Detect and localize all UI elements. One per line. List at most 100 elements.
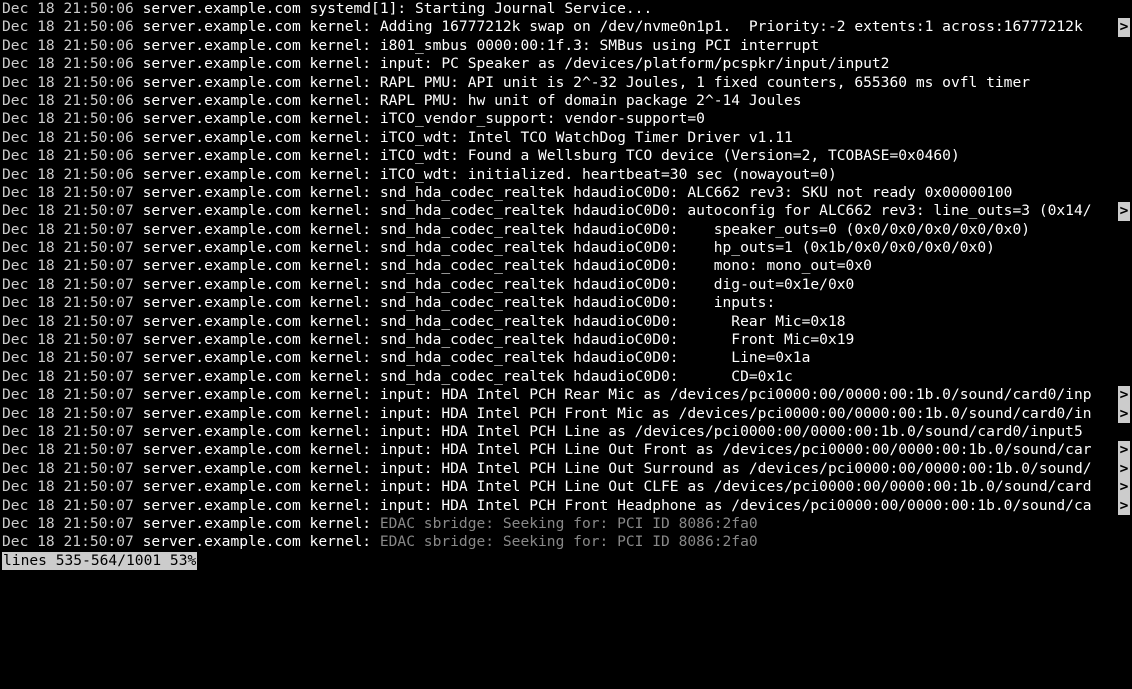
- log-line: Dec 18 21:50:06 server.example.com kerne…: [2, 18, 1130, 36]
- log-source: kernel:: [310, 221, 372, 238]
- log-timestamp: Dec 18 21:50:07: [2, 423, 134, 440]
- log-host: server.example.com: [143, 294, 301, 311]
- log-line: Dec 18 21:50:06 server.example.com kerne…: [2, 92, 1130, 110]
- log-source: kernel:: [310, 110, 372, 127]
- log-message: input: HDA Intel PCH Front Mic as /devic…: [380, 405, 1092, 422]
- log-host: server.example.com: [143, 37, 301, 54]
- log-line: Dec 18 21:50:07 server.example.com kerne…: [2, 276, 1130, 294]
- log-line: Dec 18 21:50:07 server.example.com kerne…: [2, 515, 1130, 533]
- log-timestamp: Dec 18 21:50:07: [2, 184, 134, 201]
- log-line: Dec 18 21:50:07 server.example.com kerne…: [2, 294, 1130, 312]
- log-line: Dec 18 21:50:07 server.example.com kerne…: [2, 331, 1130, 349]
- log-host: server.example.com: [143, 405, 301, 422]
- log-host: server.example.com: [143, 460, 301, 477]
- log-host: server.example.com: [143, 386, 301, 403]
- log-message: snd_hda_codec_realtek hdaudioC0D0: CD=0x…: [380, 368, 793, 385]
- log-source: kernel:: [310, 184, 372, 201]
- log-source: kernel:: [310, 497, 372, 514]
- log-line: Dec 18 21:50:07 server.example.com kerne…: [2, 423, 1130, 441]
- log-message: input: HDA Intel PCH Line Out CLFE as /d…: [380, 478, 1092, 495]
- log-host: server.example.com: [143, 349, 301, 366]
- log-timestamp: Dec 18 21:50:06: [2, 74, 134, 91]
- log-host: server.example.com: [143, 147, 301, 164]
- log-source: kernel:: [310, 129, 372, 146]
- overflow-indicator-icon: >: [1118, 405, 1130, 423]
- log-line: Dec 18 21:50:07 server.example.com kerne…: [2, 441, 1130, 459]
- journal-pager-output[interactable]: Dec 18 21:50:06 server.example.com syste…: [0, 0, 1132, 570]
- pager-status-text: lines 535-564/1001 53%: [2, 552, 197, 570]
- log-host: server.example.com: [143, 55, 301, 72]
- log-source: kernel:: [310, 386, 372, 403]
- log-source: kernel:: [310, 423, 372, 440]
- log-message: snd_hda_codec_realtek hdaudioC0D0: autoc…: [380, 202, 1092, 219]
- overflow-indicator-icon: >: [1118, 18, 1130, 36]
- log-timestamp: Dec 18 21:50:06: [2, 55, 134, 72]
- log-line: Dec 18 21:50:07 server.example.com kerne…: [2, 497, 1130, 515]
- pager-status-line: lines 535-564/1001 53%: [2, 552, 1130, 570]
- log-line: Dec 18 21:50:07 server.example.com kerne…: [2, 313, 1130, 331]
- log-message: input: PC Speaker as /devices/platform/p…: [380, 55, 890, 72]
- log-message: snd_hda_codec_realtek hdaudioC0D0: Front…: [380, 331, 854, 348]
- log-source: systemd[1]:: [310, 0, 407, 17]
- log-timestamp: Dec 18 21:50:07: [2, 257, 134, 274]
- log-timestamp: Dec 18 21:50:07: [2, 368, 134, 385]
- log-message: snd_hda_codec_realtek hdaudioC0D0: input…: [380, 294, 775, 311]
- log-line: Dec 18 21:50:07 server.example.com kerne…: [2, 221, 1130, 239]
- log-timestamp: Dec 18 21:50:07: [2, 386, 134, 403]
- overflow-indicator-icon: >: [1118, 441, 1130, 459]
- log-source: kernel:: [310, 202, 372, 219]
- log-host: server.example.com: [143, 257, 301, 274]
- log-line: Dec 18 21:50:06 server.example.com kerne…: [2, 166, 1130, 184]
- log-host: server.example.com: [143, 515, 301, 532]
- log-host: server.example.com: [143, 110, 301, 127]
- log-source: kernel:: [310, 276, 372, 293]
- log-source: kernel:: [310, 294, 372, 311]
- log-timestamp: Dec 18 21:50:07: [2, 515, 134, 532]
- log-timestamp: Dec 18 21:50:07: [2, 221, 134, 238]
- log-host: server.example.com: [143, 497, 301, 514]
- log-line: Dec 18 21:50:07 server.example.com kerne…: [2, 349, 1130, 367]
- log-host: server.example.com: [143, 202, 301, 219]
- log-line: Dec 18 21:50:07 server.example.com kerne…: [2, 460, 1130, 478]
- log-source: kernel:: [310, 405, 372, 422]
- overflow-indicator-icon: >: [1118, 460, 1130, 478]
- log-host: server.example.com: [143, 313, 301, 330]
- log-line: Dec 18 21:50:07 server.example.com kerne…: [2, 257, 1130, 275]
- log-message: input: HDA Intel PCH Rear Mic as /device…: [380, 386, 1092, 403]
- log-source: kernel:: [310, 147, 372, 164]
- log-source: kernel:: [310, 18, 372, 35]
- log-message: RAPL PMU: hw unit of domain package 2^-1…: [380, 92, 802, 109]
- log-timestamp: Dec 18 21:50:06: [2, 129, 134, 146]
- log-message: iTCO_wdt: initialized. heartbeat=30 sec …: [380, 166, 837, 183]
- log-source: kernel:: [310, 166, 372, 183]
- log-message: snd_hda_codec_realtek hdaudioC0D0: speak…: [380, 221, 1030, 238]
- log-source: kernel:: [310, 515, 372, 532]
- log-line: Dec 18 21:50:07 server.example.com kerne…: [2, 386, 1130, 404]
- log-source: kernel:: [310, 460, 372, 477]
- log-host: server.example.com: [143, 441, 301, 458]
- log-message: EDAC sbridge: Seeking for: PCI ID 8086:2…: [380, 533, 758, 550]
- overflow-indicator-icon: >: [1118, 478, 1130, 496]
- log-timestamp: Dec 18 21:50:07: [2, 276, 134, 293]
- log-host: server.example.com: [143, 368, 301, 385]
- log-source: kernel:: [310, 313, 372, 330]
- log-host: server.example.com: [143, 74, 301, 91]
- log-source: kernel:: [310, 239, 372, 256]
- log-line: Dec 18 21:50:07 server.example.com kerne…: [2, 239, 1130, 257]
- log-host: server.example.com: [143, 92, 301, 109]
- log-line: Dec 18 21:50:06 server.example.com kerne…: [2, 110, 1130, 128]
- log-host: server.example.com: [143, 331, 301, 348]
- log-line: Dec 18 21:50:07 server.example.com kerne…: [2, 184, 1130, 202]
- log-host: server.example.com: [143, 533, 301, 550]
- log-source: kernel:: [310, 331, 372, 348]
- log-line: Dec 18 21:50:07 server.example.com kerne…: [2, 202, 1130, 220]
- log-message: snd_hda_codec_realtek hdaudioC0D0: Rear …: [380, 313, 846, 330]
- log-source: kernel:: [310, 37, 372, 54]
- overflow-indicator-icon: >: [1118, 202, 1130, 220]
- log-source: kernel:: [310, 74, 372, 91]
- log-timestamp: Dec 18 21:50:07: [2, 460, 134, 477]
- log-timestamp: Dec 18 21:50:07: [2, 239, 134, 256]
- log-message: iTCO_wdt: Intel TCO WatchDog Timer Drive…: [380, 129, 793, 146]
- log-timestamp: Dec 18 21:50:07: [2, 202, 134, 219]
- log-line: Dec 18 21:50:06 server.example.com kerne…: [2, 37, 1130, 55]
